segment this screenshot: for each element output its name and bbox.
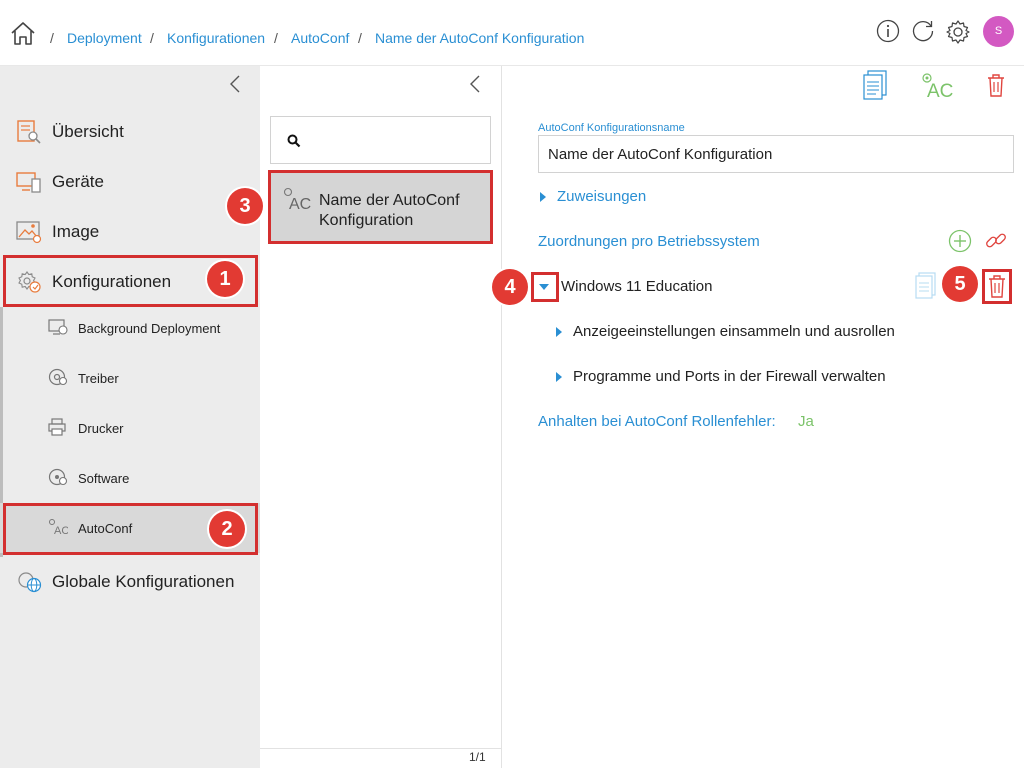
search-box[interactable] [270, 116, 491, 164]
halt-on-error-value[interactable]: Ja [798, 413, 814, 430]
collapse-list-icon[interactable] [468, 74, 482, 94]
highlight-box [268, 170, 493, 244]
assignments-toggle[interactable]: Zuweisungen [538, 186, 738, 208]
search-icon [287, 134, 301, 148]
autoconf-add-icon-text: AC [927, 81, 953, 101]
name-field-value: Name der AutoConf Konfiguration [548, 146, 773, 163]
os-label: Windows 11 Education [561, 278, 713, 295]
sidebar-subitem-label: Drucker [78, 421, 124, 436]
avatar[interactable]: S [983, 16, 1014, 47]
refresh-icon[interactable] [911, 19, 935, 43]
collapse-sidebar-icon[interactable] [228, 74, 242, 94]
printer-icon [48, 418, 66, 436]
globe-gear-icon [18, 572, 42, 593]
document-icon[interactable] [914, 272, 938, 300]
driver-icon [48, 368, 68, 386]
role-label: Anzeigeeinstellungen einsammeln und ausr… [573, 323, 895, 340]
sidebar-subitem-label: Background Deployment [78, 321, 221, 336]
breadcrumb-deployment[interactable]: Deployment [67, 30, 142, 46]
autoconf-add-icon[interactable]: AC [920, 71, 954, 101]
search-input[interactable] [309, 129, 479, 153]
sidebar-subitem-software[interactable]: Software [0, 453, 260, 503]
trash-icon[interactable] [985, 72, 1007, 98]
annotation-badge-4: 4 [492, 269, 528, 305]
name-field[interactable]: Name der AutoConf Konfiguration [538, 135, 1014, 173]
role-label: Programme und Ports in der Firewall verw… [573, 368, 886, 385]
overview-icon [17, 120, 41, 144]
breadcrumb-separator: / [150, 30, 154, 46]
sidebar-subitem-treiber[interactable]: Treiber [0, 353, 260, 403]
name-field-label: AutoConf Konfigurationsname [538, 122, 685, 134]
sidebar-item-label: Image [52, 222, 100, 241]
highlight-box [531, 272, 559, 302]
highlight-box [982, 269, 1012, 304]
home-icon[interactable] [10, 20, 36, 46]
annotation-badge-3: 3 [227, 188, 263, 224]
devices-icon [16, 172, 41, 193]
role-item[interactable]: Programme und Ports in der Firewall verw… [554, 366, 974, 388]
background-deployment-icon [48, 319, 68, 335]
info-icon[interactable] [876, 19, 900, 43]
top-bar: / Deployment / Konfigurationen / AutoCon… [0, 0, 1024, 66]
annotation-badge-2: 2 [209, 511, 245, 547]
annotation-badge-1: 1 [207, 261, 243, 297]
pager-divider [260, 748, 501, 749]
software-icon [48, 468, 68, 486]
sidebar-item-uebersicht[interactable]: Übersicht [0, 107, 260, 157]
sidebar-subitem-background-deployment[interactable]: Background Deployment [0, 303, 260, 353]
sidebar-subitem-label: Treiber [78, 371, 119, 386]
sidebar-subitem-label: Software [78, 471, 130, 486]
sidebar-subitem-drucker[interactable]: Drucker [0, 403, 260, 453]
sidebar: Übersicht Geräte Image Konfigurationen 1 [0, 66, 260, 768]
annotation-badge-5: 5 [942, 266, 978, 302]
link-icon[interactable] [984, 229, 1008, 253]
document-icon[interactable] [862, 70, 890, 100]
detail-panel: AC AutoConf Konfigurationsname Name der … [492, 66, 1024, 768]
expand-arrow-icon [540, 192, 546, 202]
breadcrumb-autoconf[interactable]: AutoConf [291, 30, 349, 46]
role-item[interactable]: Anzeigeeinstellungen einsammeln und ausr… [554, 321, 974, 343]
sidebar-item-image[interactable]: Image [0, 207, 260, 257]
settings-icon[interactable] [945, 19, 971, 45]
sidebar-item-label: Geräte [52, 172, 104, 191]
add-circle-icon[interactable] [948, 229, 972, 253]
breadcrumb-separator: / [50, 30, 54, 46]
breadcrumb-separator: / [358, 30, 362, 46]
expand-arrow-icon [556, 327, 562, 337]
breadcrumb-separator: / [274, 30, 278, 46]
sidebar-item-geraete[interactable]: Geräte [0, 157, 260, 207]
list-panel: AC Name der AutoConf Konfiguration 3 1/1 [227, 66, 502, 768]
assignments-label: Zuweisungen [557, 188, 647, 205]
expand-arrow-icon [556, 372, 562, 382]
pager: 1/1 [469, 750, 486, 764]
sidebar-item-globale-konfigurationen[interactable]: Globale Konfigurationen [0, 557, 260, 607]
sidebar-item-label: Übersicht [52, 122, 124, 141]
halt-on-error-label: Anhalten bei AutoConf Rollenfehler: [538, 413, 776, 430]
image-icon [16, 221, 42, 244]
breadcrumb-current: Name der AutoConf Konfiguration [375, 30, 585, 46]
sidebar-item-label: Globale Konfigurationen [52, 572, 235, 591]
breadcrumb-konfigurationen[interactable]: Konfigurationen [167, 30, 265, 46]
mapping-title: Zuordnungen pro Betriebssystem [538, 233, 760, 250]
